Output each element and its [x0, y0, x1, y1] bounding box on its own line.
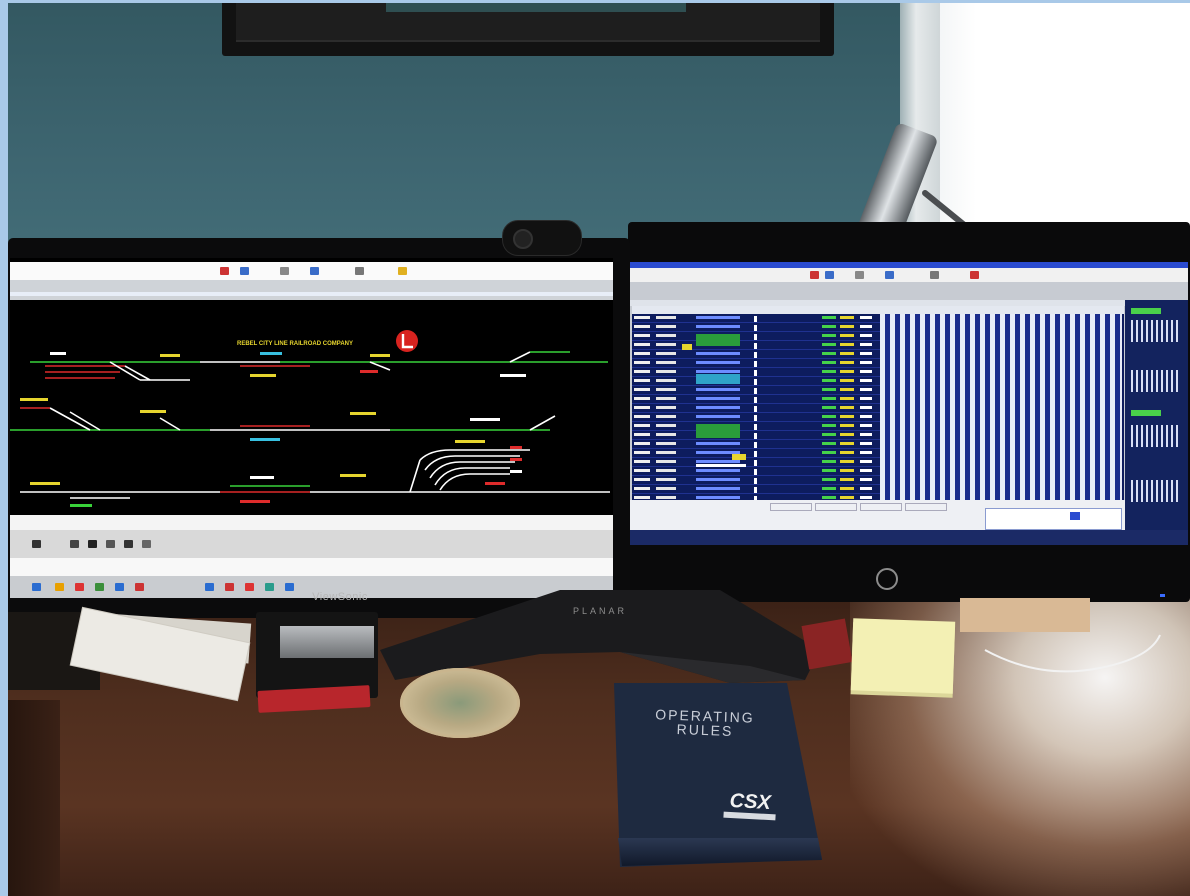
status-button: [815, 503, 857, 511]
toolbar-icon: [855, 271, 864, 279]
toolbar-icon: [398, 267, 407, 275]
stand-brand: PLANAR: [572, 606, 627, 616]
panel-band: [10, 515, 613, 530]
red-items: [801, 618, 853, 670]
picture-frame-mat: [236, 0, 820, 42]
toolbar-icon: [220, 267, 229, 275]
toolbar-icon: [885, 271, 894, 279]
toolbar-icon: [810, 271, 819, 279]
app-icon: [88, 540, 97, 548]
window-chrome: [10, 280, 613, 300]
panel-chart: [1131, 425, 1181, 447]
status-area: [630, 500, 1125, 530]
row-highlight: [696, 334, 740, 346]
taskbar-icon: [245, 583, 254, 591]
beige-box: [960, 598, 1090, 632]
left-monitor-brand: ViewSonic: [312, 591, 368, 603]
csx-logo-text: CSX: [729, 789, 772, 815]
image-border-top: [0, 0, 1190, 3]
monitor-logo-icon: [876, 568, 898, 590]
toolbar-icon: [825, 271, 834, 279]
sticky-notes: [850, 618, 956, 694]
taskbar-icon: [285, 583, 294, 591]
railroad-logo-icon: [396, 330, 418, 352]
left-monitor-screen: REBEL CITY LINE RAILROAD COMPANY: [10, 258, 613, 598]
row-highlight: [682, 344, 692, 350]
row-highlight: [732, 454, 746, 460]
power-led: [1160, 594, 1165, 597]
taskbar-icon: [205, 583, 214, 591]
status-button: [860, 503, 902, 511]
taskbar-icon: [225, 583, 234, 591]
panel-readout: [1131, 410, 1161, 416]
row-highlight: [696, 374, 740, 384]
taskbar-icon: [265, 583, 274, 591]
webcam-lens: [513, 229, 533, 249]
app-icon: [70, 540, 79, 548]
image-border-left: [0, 0, 8, 896]
toolbar-icon: [280, 267, 289, 275]
status-button: [905, 503, 947, 511]
status-button: [770, 503, 812, 511]
picture-frame: [222, 0, 834, 56]
railroad-title: REBEL CITY LINE RAILROAD COMPANY: [237, 341, 353, 347]
panel-chart: [1131, 320, 1181, 342]
panel-chart: [1131, 370, 1181, 392]
toolbar-icon: [355, 267, 364, 275]
data-table: [632, 306, 1124, 500]
app-icon: [142, 540, 151, 548]
side-panel: [1125, 300, 1188, 535]
webcam-icon: [502, 220, 582, 256]
taskbar-icon: [75, 583, 84, 591]
app-icon: [124, 540, 133, 548]
table-rows: [632, 314, 880, 500]
toolbar-icon: [240, 267, 249, 275]
row-highlight: [696, 464, 746, 467]
track-diagram: REBEL CITY LINE RAILROAD COMPANY: [10, 300, 613, 515]
app-strip: [10, 530, 613, 558]
panel-readout: [1131, 308, 1161, 314]
csx-logo: CSX: [721, 789, 778, 824]
cable: [984, 634, 1161, 673]
bottom-bar: [630, 530, 1188, 545]
taskbar-icon: [115, 583, 124, 591]
device-panel: [280, 626, 374, 658]
info-box-icon: [1070, 512, 1080, 520]
toolbar-icon: [310, 267, 319, 275]
taskbar-icon: [55, 583, 64, 591]
taskbar-icon: [135, 583, 144, 591]
taskbar-icon: [95, 583, 104, 591]
coaster: [400, 668, 520, 738]
table-header: [632, 306, 1124, 314]
toolbar-icon: [930, 271, 939, 279]
browser-toolbar: [630, 268, 1188, 282]
schedule-columns: [880, 314, 1122, 500]
start-icon: [32, 583, 41, 591]
toolbar-icon: [970, 271, 979, 279]
row-highlight: [696, 424, 740, 438]
window-title-line: [10, 292, 613, 296]
info-box: [985, 508, 1122, 530]
desk-photo: REBEL CITY LINE RAILROAD COMPANY ViewSon…: [0, 0, 1190, 896]
app-icon: [32, 540, 41, 548]
panel-chart: [1131, 480, 1181, 502]
desktop-area: [10, 558, 613, 576]
right-monitor-screen: [630, 262, 1188, 545]
browser-toolbar: [10, 262, 613, 280]
desk-edge: [0, 700, 60, 896]
app-icon: [106, 540, 115, 548]
